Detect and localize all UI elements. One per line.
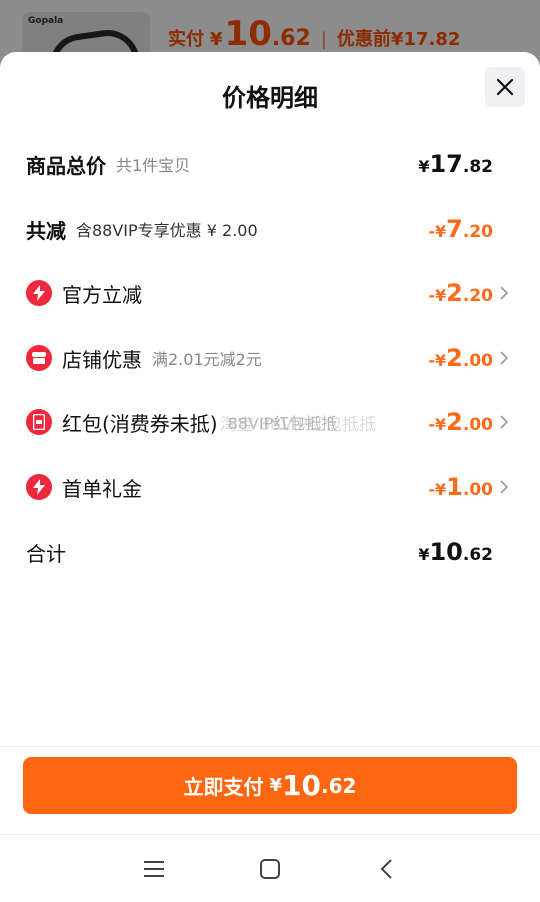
amount-int: 2	[446, 344, 463, 372]
amount-dec: .00	[462, 415, 493, 435]
row-firstorder-label: 首单礼金	[62, 476, 142, 501]
footer-divider	[0, 746, 540, 747]
row-official-discount[interactable]: 官方立减 -¥ 2 .20	[0, 273, 540, 313]
chevron-right-icon	[500, 351, 509, 365]
pay-button-int: 10	[282, 769, 322, 802]
amount-currency: -¥	[428, 351, 447, 370]
amount-dec: .20	[462, 286, 493, 306]
close-button[interactable]	[485, 67, 525, 107]
amount-dec: .00	[462, 351, 493, 371]
row-sum: 合计 ¥ 10 .62	[0, 532, 540, 572]
sheet-title: 价格明细	[222, 84, 318, 112]
amount-dec: .00	[462, 480, 493, 500]
home-button[interactable]	[254, 855, 286, 883]
pay-button-dec: .62	[321, 773, 357, 798]
amount-currency: -¥	[428, 286, 447, 305]
row-sum-label: 合计	[26, 541, 66, 566]
lightning-icon	[26, 280, 52, 306]
watermark: 淘宝 88VIP红包抵抵	[220, 415, 376, 435]
row-total-reduce: 共减 含88VIP专享优惠 ¥ 2.00 -¥ 7 .20	[0, 209, 540, 249]
shop-icon	[26, 345, 52, 371]
row-reduce-sub: 含88VIP专享优惠 ¥ 2.00	[76, 221, 258, 240]
row-shop-amount: -¥ 2 .00	[428, 344, 493, 372]
back-chevron-icon	[380, 859, 392, 879]
amount-int: 10	[429, 538, 463, 566]
amount-int: 1	[446, 473, 463, 501]
menu-icon	[144, 861, 164, 877]
back-button[interactable]	[370, 855, 402, 883]
row-reduce-label: 共减	[26, 218, 66, 243]
amount-dec: .20	[462, 222, 493, 242]
row-official-label: 官方立减	[62, 282, 142, 307]
row-sum-amount: ¥ 10 .62	[418, 538, 493, 566]
row-firstorder-amount: -¥ 1 .00	[428, 473, 493, 501]
row-total-sub: 共1件宝贝	[116, 156, 191, 175]
price-detail-sheet: 价格明细 商品总价 共1件宝贝 ¥ 17 .82 共减 含88VIP专享优惠 ¥…	[0, 52, 540, 902]
row-shop-sub: 满2.01元减2元	[152, 350, 262, 369]
chevron-right-icon	[500, 286, 509, 300]
amount-currency: ¥	[418, 157, 430, 176]
row-total-price: 商品总价 共1件宝贝 ¥ 17 .82	[0, 144, 540, 184]
home-square-icon	[260, 859, 280, 879]
row-official-amount: -¥ 2 .20	[428, 279, 493, 307]
pay-button-label: 立即支付	[183, 775, 264, 799]
row-redpacket-label: 红包(消费券未抵)	[62, 411, 218, 436]
pay-button-currency: ¥	[269, 775, 283, 796]
chevron-right-icon	[500, 415, 509, 429]
system-nav-bar	[0, 834, 540, 902]
amount-currency: -¥	[428, 480, 447, 499]
amount-currency: -¥	[428, 415, 447, 434]
lightning-icon	[26, 474, 52, 500]
amount-dec: .62	[462, 545, 493, 565]
row-total-amount: ¥ 17 .82	[418, 150, 493, 178]
amount-int: 17	[429, 150, 463, 178]
chevron-right-icon	[500, 480, 509, 494]
row-reduce-amount: -¥ 7 .20	[428, 215, 493, 243]
recent-apps-button[interactable]	[138, 855, 170, 883]
row-shop-label: 店铺优惠	[62, 347, 142, 372]
pay-now-button[interactable]: 立即支付 ¥ 10 .62	[23, 757, 517, 814]
close-icon	[496, 78, 514, 96]
amount-dec: .82	[462, 157, 493, 177]
amount-currency: ¥	[418, 545, 430, 564]
row-first-order-gift[interactable]: 首单礼金 -¥ 1 .00	[0, 467, 540, 507]
amount-currency: -¥	[428, 222, 447, 241]
row-total-label: 商品总价	[26, 153, 106, 178]
amount-int: 2	[446, 408, 463, 436]
red-packet-icon	[26, 409, 52, 435]
amount-int: 2	[446, 279, 463, 307]
row-shop-discount[interactable]: 店铺优惠 满2.01元减2元 -¥ 2 .00	[0, 338, 540, 378]
amount-int: 7	[446, 215, 463, 243]
row-redpacket-amount: -¥ 2 .00	[428, 408, 493, 436]
